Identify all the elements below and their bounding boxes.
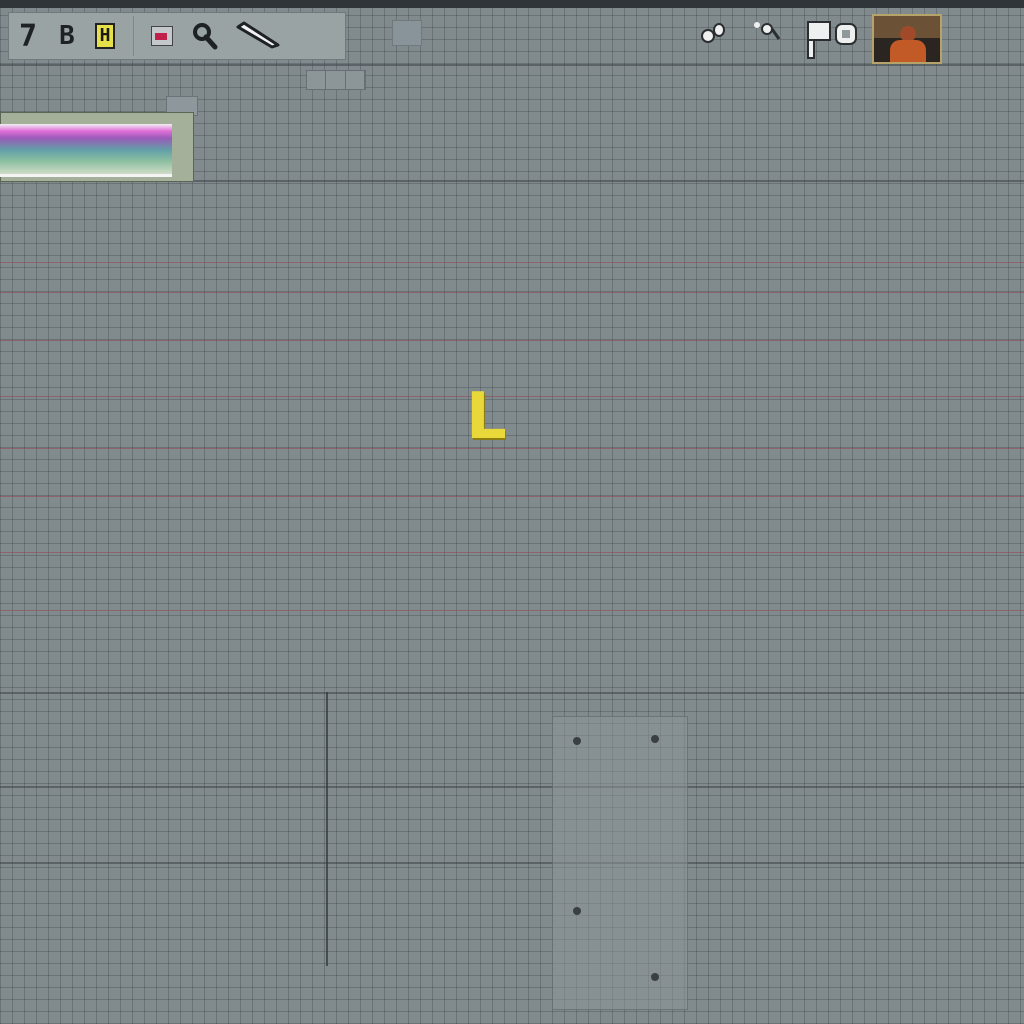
grid-row-line — [0, 292, 1024, 293]
magnifier-icon — [193, 23, 218, 50]
grid-section-line — [0, 692, 1024, 694]
tool-b-button[interactable]: B — [47, 17, 87, 55]
grid-row-line — [0, 610, 1024, 611]
toolbar-separator — [123, 16, 134, 56]
draw-tool-button[interactable] — [228, 17, 288, 55]
audio-clip[interactable] — [0, 124, 172, 177]
notes-button[interactable] — [698, 18, 730, 48]
pad-dot — [651, 735, 659, 743]
grid-row-line — [0, 552, 1024, 553]
record-icon — [151, 26, 173, 46]
thumbnail-body — [890, 40, 926, 62]
pattern-cell[interactable] — [307, 71, 327, 89]
grid-row-line — [0, 496, 1024, 497]
pen-icon — [236, 21, 280, 49]
tool-h-label: H — [94, 23, 116, 49]
grid-row-line — [0, 262, 1024, 263]
pad-dot — [573, 907, 581, 915]
pattern-cell[interactable] — [346, 71, 365, 89]
zoom-button[interactable] — [182, 17, 228, 55]
snap-toggle[interactable] — [392, 20, 422, 46]
toolbar: 7 B H — [8, 12, 346, 60]
piano-roll-button[interactable] — [800, 16, 860, 60]
tool-h-button[interactable]: H — [87, 17, 123, 55]
notes-icon — [701, 23, 725, 43]
record-button[interactable] — [142, 17, 182, 55]
grid-section-line — [0, 64, 1024, 66]
grid-row-line — [0, 340, 1024, 341]
grid-section-line — [0, 862, 1024, 864]
keyboard-icon — [807, 21, 857, 59]
playhead-line[interactable] — [326, 692, 328, 966]
grid-section-line — [0, 786, 1024, 788]
pad-dot — [573, 737, 581, 745]
note-length-button[interactable] — [750, 18, 786, 48]
pattern-selector[interactable] — [306, 70, 366, 90]
marker-letter: L — [466, 380, 507, 454]
pad-panel[interactable] — [552, 716, 688, 1010]
tool-seven-button[interactable]: 7 — [9, 17, 47, 55]
pad-dot — [651, 973, 659, 981]
eighth-note-icon — [754, 22, 781, 40]
pattern-cell[interactable] — [326, 71, 346, 89]
video-thumbnail[interactable] — [872, 14, 942, 64]
title-bar — [0, 0, 1024, 8]
